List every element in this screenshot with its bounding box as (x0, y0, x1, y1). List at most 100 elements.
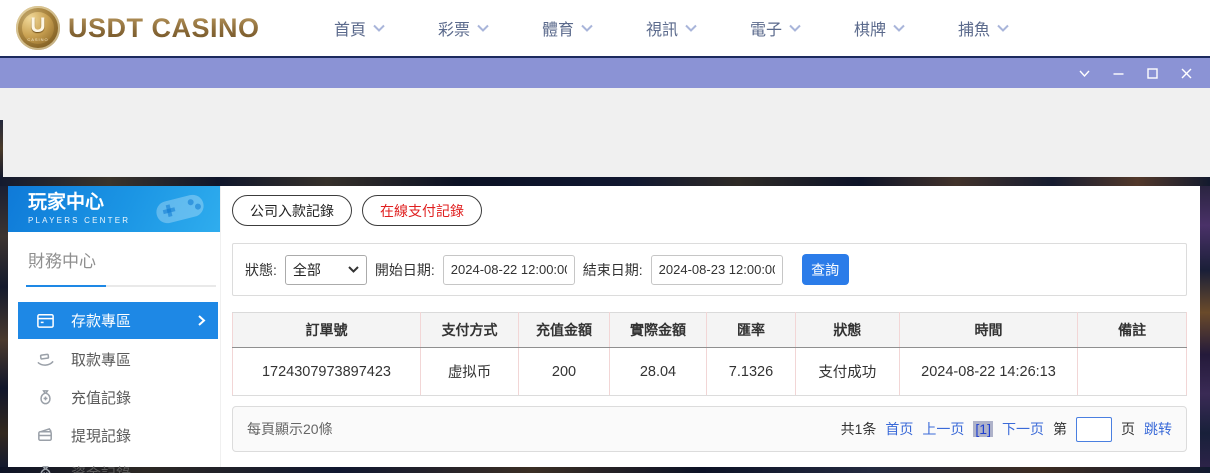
chevron-down-icon (581, 24, 593, 32)
record-tabs: 公司入款記錄 在線支付記錄 (232, 195, 1187, 226)
deposit-card-icon (37, 314, 54, 328)
status-selected-value: 全部 (292, 261, 321, 278)
cell-status: 支付成功 (794, 347, 900, 396)
sidebar-item-deposit[interactable]: 存款專區 (18, 302, 218, 339)
nav-item-fishing[interactable]: 捕魚 (932, 16, 1036, 40)
section-divider (26, 285, 216, 287)
sidebar-item-withdraw[interactable]: 取款專區 (8, 340, 220, 378)
cell-remark (1077, 347, 1187, 396)
col-amount: 充值金額 (518, 312, 610, 348)
window-dropdown-icon[interactable] (1077, 66, 1092, 81)
nav-item-slots[interactable]: 電子 (724, 16, 828, 40)
jump-suffix-text: 页 (1121, 421, 1135, 437)
players-center-header: 玩家中心 PLAYERS CENTER (8, 186, 220, 232)
main-area: 玩家中心 PLAYERS CENTER 財務中心 存款專區 取款專區 充值記錄 … (0, 186, 1210, 473)
current-page-badge: [1] (973, 421, 993, 437)
cell-rate: 7.1326 (706, 347, 796, 396)
col-status: 狀態 (794, 312, 900, 348)
jump-go-link[interactable]: 跳转 (1144, 419, 1172, 439)
col-pay-method: 支付方式 (419, 312, 520, 348)
cell-pay-method: 虚拟币 (419, 347, 520, 396)
start-date-input[interactable] (442, 254, 575, 285)
pagination-bar: 每頁顯示20條 共1条 首页 上一页 [1] 下一页 第 页 跳转 (232, 406, 1187, 452)
nav-item-sports[interactable]: 體育 (516, 16, 620, 40)
nav-item-label: 彩票 (438, 22, 471, 39)
sidebar-item-funds-record[interactable]: 資金記錄 (8, 454, 220, 473)
status-select[interactable]: 全部 (284, 254, 367, 285)
col-remark: 備註 (1077, 312, 1187, 348)
chevron-down-icon (997, 24, 1009, 32)
col-rate: 匯率 (706, 312, 796, 348)
sidebar-item-label: 提現記錄 (71, 427, 132, 445)
tab-online-payment-record[interactable]: 在線支付記錄 (362, 195, 482, 226)
window-minimize-icon[interactable] (1111, 66, 1126, 81)
table-header-row: 訂單號 支付方式 充值金額 實際金額 匯率 狀態 時間 備註 (232, 312, 1187, 348)
background-strip-right (1200, 186, 1210, 467)
page-size-text: 每頁顯示20條 (247, 421, 333, 437)
search-button[interactable]: 查詢 (801, 254, 849, 285)
window-close-icon[interactable] (1179, 66, 1194, 81)
money-bag-icon (40, 389, 51, 404)
cell-order-no: 1724307973897423 (232, 347, 421, 396)
main-menu: 首頁 彩票 體育 視訊 電子 棋牌 捕魚 (308, 16, 1036, 40)
nav-item-label: 體育 (542, 22, 575, 39)
cell-amount: 200 (518, 347, 610, 396)
page-jump-input[interactable] (1076, 416, 1112, 442)
gamepad-icon (156, 194, 204, 224)
tab-company-deposit-record[interactable]: 公司入款記錄 (232, 195, 352, 226)
first-page-link[interactable]: 首页 (885, 419, 913, 439)
window-maximize-icon[interactable] (1145, 66, 1160, 81)
cell-time: 2024-08-22 14:26:13 (898, 347, 1079, 396)
wallet-icon (38, 427, 52, 441)
sidebar-item-label: 存款專區 (71, 313, 132, 330)
filter-bar: 狀態: 全部 開始日期: 結束日期: 查詢 (232, 243, 1187, 296)
status-label: 狀態: (245, 261, 277, 278)
chevron-down-icon (685, 24, 697, 32)
start-date-label: 開始日期: (374, 261, 435, 278)
sidebar-item-label: 充值記錄 (71, 389, 132, 407)
col-order-no: 訂單號 (232, 312, 421, 348)
chevron-down-icon (373, 24, 385, 32)
sidebar-subtitle: PLAYERS CENTER (28, 215, 131, 225)
end-date-input[interactable] (650, 254, 783, 285)
sidebar-item-recharge-record[interactable]: 充值記錄 (8, 378, 220, 416)
coin-letter: U (30, 13, 46, 37)
nav-item-cards[interactable]: 棋牌 (828, 16, 932, 40)
total-count-text: 共1条 (840, 421, 877, 437)
chevron-down-icon (893, 24, 905, 32)
jump-prefix-text: 第 (1053, 421, 1067, 437)
nav-item-label: 電子 (750, 22, 783, 39)
app-window: U CASINO USDT CASINO 首頁 彩票 體育 視訊 電子 棋牌 捕… (0, 0, 1210, 473)
nav-item-label: 首頁 (334, 22, 367, 39)
funds-bag-icon (40, 465, 51, 473)
cell-actual-amount: 28.04 (608, 347, 708, 396)
brand-logo[interactable]: U CASINO USDT CASINO (16, 6, 260, 50)
background-strip-left (0, 186, 8, 467)
window-controls (1077, 66, 1194, 81)
sidebar-item-withdrawal-record[interactable]: 提現記錄 (8, 416, 220, 454)
nav-item-lottery[interactable]: 彩票 (412, 16, 516, 40)
next-page-link[interactable]: 下一页 (1002, 419, 1044, 439)
prev-page-link[interactable]: 上一页 (922, 419, 964, 439)
background-band (0, 177, 1210, 186)
table-row: 1724307973897423 虚拟币 200 28.04 7.1326 支付… (232, 347, 1187, 396)
chevron-right-icon (198, 315, 206, 326)
nav-item-video[interactable]: 視訊 (620, 16, 724, 40)
coin-caption: CASINO (27, 36, 49, 42)
col-time: 時間 (898, 312, 1079, 348)
nav-item-home[interactable]: 首頁 (308, 16, 412, 40)
sidebar-item-label: 取款專區 (71, 351, 132, 369)
pager: 共1条 首页 上一页 [1] 下一页 第 页 跳转 (840, 416, 1172, 442)
background-edge (0, 120, 3, 177)
end-date-label: 結束日期: (582, 261, 643, 278)
coin-logo-icon: U CASINO (16, 6, 60, 50)
top-nav: U CASINO USDT CASINO 首頁 彩票 體育 視訊 電子 棋牌 捕… (0, 0, 1210, 56)
hand-money-icon (37, 353, 54, 366)
sidebar-item-label: 資金記錄 (71, 463, 131, 473)
nav-item-label: 棋牌 (854, 22, 887, 39)
chevron-down-icon (789, 24, 801, 32)
chevron-down-icon (477, 24, 489, 32)
select-chevron-icon (348, 266, 359, 273)
sidebar-title: 玩家中心 (28, 192, 105, 214)
sidebar-menu: 存款專區 取款專區 充值記錄 提現記錄 (8, 302, 220, 473)
